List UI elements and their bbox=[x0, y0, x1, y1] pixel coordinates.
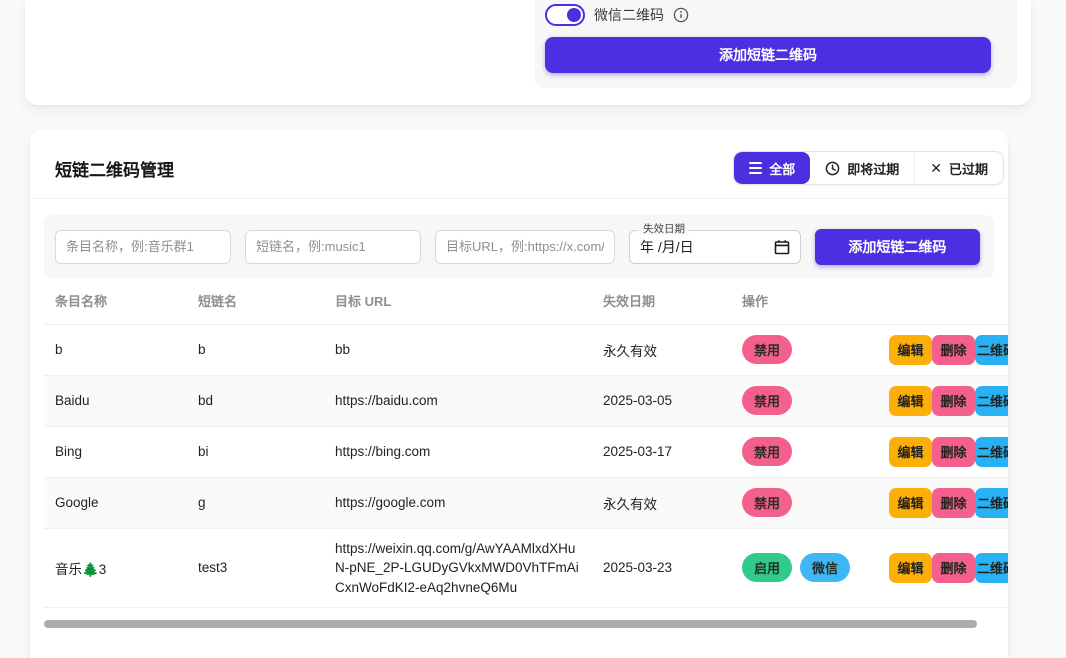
actions-cell: 启用微信 编辑删除二维码 bbox=[734, 528, 1008, 608]
table-header-row: 条目名称 短链名 目标 URL 失效日期 操作 bbox=[44, 278, 1008, 324]
tab-expired[interactable]: ✕ 已过期 bbox=[914, 152, 1003, 184]
target-url-cell: https://bing.com bbox=[324, 426, 592, 477]
actions-cell: 禁用 编辑删除二维码 bbox=[734, 426, 1008, 477]
tab-all-label: 全部 bbox=[769, 159, 795, 178]
shortlink-name-cell: bi bbox=[187, 426, 324, 477]
table-body: bbbb永久有效禁用编辑删除二维码Baidubdhttps://baidu.co… bbox=[44, 324, 1008, 608]
edit-button[interactable]: 编辑 bbox=[889, 335, 932, 365]
wechat-qrcode-toggle-label: 微信二维码 bbox=[594, 5, 664, 25]
tab-all[interactable]: 全部 bbox=[734, 152, 810, 184]
qrcode-button[interactable]: 二维码 bbox=[975, 335, 1008, 365]
table-scroll-area: 条目名称 短链名 目标 URL 失效日期 操作 bbbb永久有效禁用编辑删除二维… bbox=[30, 278, 1008, 608]
shortlink-name-cell: b bbox=[187, 324, 324, 375]
clock-icon bbox=[825, 161, 840, 176]
status-badge: 启用 bbox=[742, 553, 792, 582]
col-target-url: 目标 URL bbox=[324, 278, 592, 324]
table-row: Bingbihttps://bing.com2025-03-17 禁用 编辑删除二维… bbox=[44, 426, 1008, 477]
qrcode-button[interactable]: 二维码 bbox=[975, 488, 1008, 518]
target-url-cell: https://baidu.com bbox=[324, 375, 592, 426]
qrcode-button[interactable]: 二维码 bbox=[975, 437, 1008, 467]
add-qrcode-form-panel: 微信二维码 添加短链二维码 bbox=[535, 0, 1017, 88]
shortlink-manager-card: 短链二维码管理 全部 即将过期 ✕ 已过期 失效日期 年 /月/日 bbox=[30, 130, 1008, 658]
edit-button[interactable]: 编辑 bbox=[889, 553, 932, 583]
col-actions: 操作 bbox=[734, 278, 1008, 324]
list-icon bbox=[749, 162, 762, 174]
expiry-date-cell: 2025-03-23 bbox=[592, 528, 734, 608]
expiry-date-input[interactable]: 失效日期 年 /月/日 bbox=[629, 230, 801, 264]
table-row: Baidubdhttps://baidu.com2025-03-05 禁用 编辑删除… bbox=[44, 375, 1008, 426]
edit-button[interactable]: 编辑 bbox=[889, 386, 932, 416]
status-badge: 禁用 bbox=[742, 437, 792, 466]
col-entry-name: 条目名称 bbox=[44, 278, 187, 324]
tab-expired-label: 已过期 bbox=[949, 159, 988, 178]
add-qrcode-card: 微信二维码 添加短链二维码 bbox=[25, 0, 1031, 105]
entry-name-cell: Bing bbox=[44, 426, 187, 477]
tab-expiring-soon[interactable]: 即将过期 bbox=[810, 152, 914, 184]
expiry-date-cell: 永久有效 bbox=[592, 324, 734, 375]
status-badge: 禁用 bbox=[742, 335, 792, 364]
status-badge: 禁用 bbox=[742, 386, 792, 415]
shortlinks-table: 条目名称 短链名 目标 URL 失效日期 操作 bbbb永久有效禁用编辑删除二维… bbox=[44, 278, 1008, 608]
target-url-input[interactable] bbox=[435, 230, 615, 264]
table-row: bbbb永久有效禁用编辑删除二维码 bbox=[44, 324, 1008, 375]
target-url-cell: bb bbox=[324, 324, 592, 375]
edit-button[interactable]: 编辑 bbox=[889, 437, 932, 467]
table-row: 音乐🌲3test3https://weixin.qq.com/g/AwYAAMl… bbox=[44, 528, 1008, 608]
card-header: 短链二维码管理 全部 即将过期 ✕ 已过期 bbox=[30, 130, 1008, 199]
delete-button[interactable]: 删除 bbox=[932, 335, 975, 365]
delete-button[interactable]: 删除 bbox=[932, 437, 975, 467]
edit-button[interactable]: 编辑 bbox=[889, 488, 932, 518]
filter-tabs: 全部 即将过期 ✕ 已过期 bbox=[733, 151, 1004, 185]
close-icon: ✕ bbox=[930, 160, 942, 177]
page-title: 短链二维码管理 bbox=[55, 156, 174, 181]
expiry-date-value: 年 /月/日 bbox=[640, 237, 694, 257]
shortlink-name-cell: bd bbox=[187, 375, 324, 426]
table-row: Googleghttps://google.com永久有效禁用 编辑删除二维码 bbox=[44, 477, 1008, 528]
add-shortlink-qrcode-button-top[interactable]: 添加短链二维码 bbox=[545, 37, 991, 73]
wechat-qrcode-toggle[interactable] bbox=[545, 4, 585, 26]
delete-button[interactable]: 删除 bbox=[932, 386, 975, 416]
info-icon[interactable] bbox=[673, 7, 689, 23]
entry-name-input[interactable] bbox=[55, 230, 231, 264]
delete-button[interactable]: 删除 bbox=[932, 553, 975, 583]
expiry-date-cell: 永久有效 bbox=[592, 477, 734, 528]
calendar-icon[interactable] bbox=[774, 239, 790, 255]
actions-cell: 禁用 编辑删除二维码 bbox=[734, 324, 1008, 375]
shortlink-name-input[interactable] bbox=[245, 230, 421, 264]
actions-cell: 禁用 编辑删除二维码 bbox=[734, 375, 1008, 426]
tab-expiring-soon-label: 即将过期 bbox=[847, 159, 899, 178]
delete-button[interactable]: 删除 bbox=[932, 488, 975, 518]
qrcode-button[interactable]: 二维码 bbox=[975, 386, 1008, 416]
filter-panel: 失效日期 年 /月/日 添加短链二维码 bbox=[44, 215, 994, 278]
col-expiry-date: 失效日期 bbox=[592, 278, 734, 324]
entry-name-cell: 音乐🌲3 bbox=[44, 528, 187, 608]
status-badge: 禁用 bbox=[742, 488, 792, 517]
entry-name-cell: b bbox=[44, 324, 187, 375]
actions-cell: 禁用 编辑删除二维码 bbox=[734, 477, 1008, 528]
shortlink-name-cell: test3 bbox=[187, 528, 324, 608]
toggle-knob bbox=[567, 8, 581, 22]
expiry-date-cell: 2025-03-05 bbox=[592, 375, 734, 426]
horizontal-scrollbar[interactable] bbox=[44, 620, 977, 628]
target-url-cell: https://google.com bbox=[324, 477, 592, 528]
entry-name-cell: Baidu bbox=[44, 375, 187, 426]
shortlink-name-cell: g bbox=[187, 477, 324, 528]
expiry-date-cell: 2025-03-17 bbox=[592, 426, 734, 477]
target-url-cell: https://weixin.qq.com/g/AwYAAMlxdXHuN-pN… bbox=[324, 528, 592, 608]
entry-name-cell: Google bbox=[44, 477, 187, 528]
add-shortlink-qrcode-button[interactable]: 添加短链二维码 bbox=[815, 229, 980, 265]
wechat-badge: 微信 bbox=[800, 553, 850, 582]
qrcode-button[interactable]: 二维码 bbox=[975, 553, 1008, 583]
col-shortlink-name: 短链名 bbox=[187, 278, 324, 324]
expiry-date-label: 失效日期 bbox=[639, 223, 689, 235]
